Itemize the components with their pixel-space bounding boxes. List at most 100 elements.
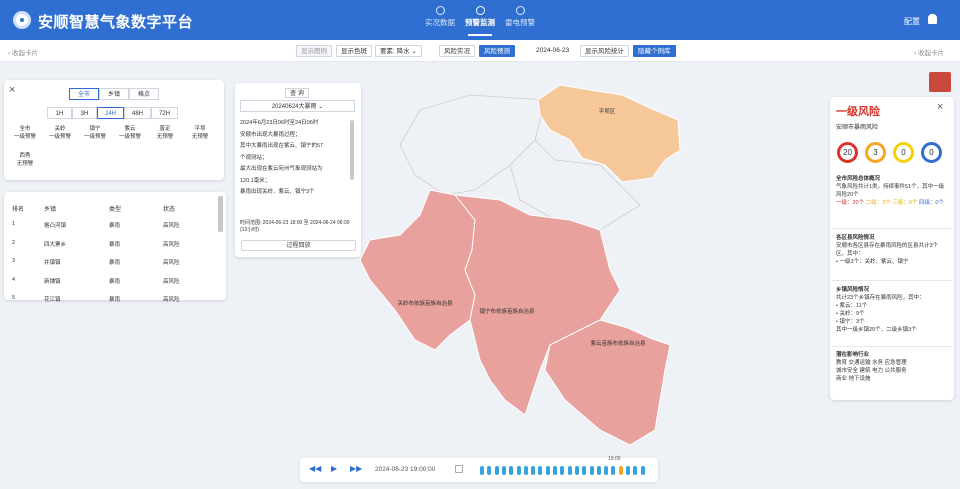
fast-forward-icon[interactable]: ▶▶	[350, 464, 362, 473]
label-ziyun: 紫云苗族布依族自治县	[590, 339, 646, 347]
count-level4: 0	[921, 142, 942, 163]
rewind-icon[interactable]: ◀◀	[309, 464, 321, 473]
config-button[interactable]: 配置	[904, 16, 920, 27]
section-towns: 乡镇风险情况 共计23个乡镇存在暴雨风险，其中： • 紫云：11个 • 关岭：9…	[836, 287, 925, 333]
warning-title: 一级风险	[836, 106, 880, 118]
timeline-step[interactable]	[574, 466, 579, 475]
timeline-step[interactable]	[545, 466, 550, 475]
hour-72h[interactable]: 72H	[151, 107, 178, 119]
hour-48h[interactable]: 48H	[124, 107, 151, 119]
close-icon[interactable]: ×	[9, 84, 15, 96]
tab-lightning[interactable]: 雷电预警	[490, 6, 550, 36]
timeline-step[interactable]	[494, 466, 499, 475]
type-cell: 暴雨	[109, 223, 121, 229]
label-zhenning: 镇宁布依族苗族自治县	[479, 307, 535, 315]
timeline-time: 2024-06-23 19:00:00	[375, 466, 436, 473]
timeline-step[interactable]	[604, 466, 609, 475]
tab-grid[interactable]: 格点	[129, 88, 159, 100]
timeline-step[interactable]	[560, 466, 565, 475]
timeline-step[interactable]	[531, 466, 536, 475]
town-cell: 新铺镇	[44, 278, 61, 285]
collapse-right-button[interactable]: › 收起卡片	[914, 47, 944, 57]
timeline-step[interactable]	[582, 466, 587, 475]
timeline-step[interactable]	[589, 466, 594, 475]
town-cell: 格凸河镇	[44, 223, 67, 229]
divider	[832, 280, 952, 281]
rank-cell: 2	[12, 239, 16, 246]
town-cell: 并镇镇	[44, 260, 61, 266]
timeline-step[interactable]	[516, 466, 521, 475]
lightning-icon	[515, 6, 525, 15]
col-rank: 排名	[12, 207, 25, 213]
show-legend-button[interactable]: 显示图例	[296, 45, 332, 57]
type-cell: 暴雨	[109, 260, 121, 266]
hour-1h[interactable]: 1H	[47, 107, 72, 119]
col-status: 状态	[163, 207, 176, 213]
timeline-step[interactable]	[626, 466, 630, 475]
timeline-step[interactable]	[538, 466, 543, 475]
risk-forecast-button[interactable]: 风险预测	[479, 45, 515, 57]
timeline-step[interactable]	[509, 466, 514, 475]
element-select[interactable]: 要素: 降水 ⌄	[375, 45, 422, 57]
app-title: 安顺智慧气象数字平台	[38, 14, 194, 31]
timeline-step[interactable]	[501, 466, 506, 475]
type-cell: 暴雨	[109, 241, 121, 248]
query-button[interactable]: 查 询	[285, 88, 309, 98]
map[interactable]: 平坝区 关岭布依族苗族自治县 镇宁布依族苗族自治县 紫云苗族布依族自治县	[360, 70, 700, 445]
rank-cell: 3	[12, 258, 16, 264]
table-scrollbar[interactable]	[218, 196, 223, 232]
hide-case-library-button[interactable]: 隐藏个例库	[633, 45, 676, 57]
bell-icon[interactable]	[928, 14, 937, 24]
area-ziyun[interactable]: 紫云 一级预警	[113, 126, 147, 141]
timeline-step[interactable]	[480, 466, 484, 475]
timeline-step[interactable]	[633, 466, 638, 475]
legend-badge-icon[interactable]	[929, 72, 951, 92]
calendar-icon[interactable]	[455, 465, 463, 473]
timeline-marker: 19:00	[608, 456, 621, 462]
timeline-step[interactable]	[596, 466, 601, 475]
status-cell: 高风险	[163, 278, 180, 285]
divider	[832, 346, 952, 347]
timeline-step[interactable]	[553, 466, 557, 475]
timeline-step[interactable]	[611, 466, 616, 475]
timeline-step[interactable]	[523, 466, 528, 475]
timeline-step[interactable]	[487, 466, 492, 475]
type-cell: 暴雨	[109, 297, 121, 303]
count-level2: 3	[865, 142, 886, 163]
risk-live-button[interactable]: 风险实况	[439, 45, 475, 57]
label-pingba: 平坝区	[599, 107, 616, 115]
hour-3h[interactable]: 3H	[72, 107, 97, 119]
show-stats-button[interactable]: 显示风险统计	[580, 45, 629, 57]
area-citywide[interactable]: 全市 一级预警	[8, 126, 42, 141]
area-xixiu[interactable]: 西秀 无预警	[8, 153, 42, 168]
section-overview: 全市风险总体概况 气象风险共计1类，持续事件51个，其中一级风险20个 一级：2…	[836, 176, 945, 206]
hour-24h[interactable]: 24H	[97, 107, 124, 119]
status-cell: 高风险	[163, 223, 180, 229]
tab-city[interactable]: 全市	[69, 88, 99, 100]
count-level1: 20	[837, 142, 858, 163]
timeline-step[interactable]	[567, 466, 572, 475]
warning-close-icon[interactable]: ×	[937, 101, 943, 113]
play-icon[interactable]: ▶	[331, 464, 337, 473]
area-guanling[interactable]: 关岭 一级预警	[43, 126, 77, 141]
replay-button[interactable]: 过程回放	[241, 240, 356, 251]
town-cell: 花江镇	[44, 297, 61, 303]
case-description: 2024年6月23日06时至24日06时 安顺市出现大暴雨过程； 其中大暴雨出现在紫…	[240, 120, 324, 195]
case-select[interactable]: 20240624大暴雨 ⌄	[240, 100, 355, 112]
town-cell: 四大寨乡	[44, 241, 67, 248]
section-counties: 各区县风险情况 安顺市各区县存在暴雨风险的区县共计3个区，其中： • 一级3个：…	[836, 235, 939, 265]
timeline-step[interactable]	[640, 466, 645, 475]
show-color-button[interactable]: 显示色斑	[336, 45, 372, 57]
area-pingba[interactable]: 平坝 无预警	[183, 126, 217, 141]
timeline-step[interactable]	[618, 466, 623, 475]
area-puding[interactable]: 普定 无预警	[148, 126, 182, 141]
collapse-left-button[interactable]: ‹ 收起卡片	[8, 47, 38, 57]
rank-cell: 4	[12, 276, 16, 283]
area-zhenning[interactable]: 镇宁 一级预警	[78, 126, 112, 141]
monitor-icon	[435, 6, 445, 15]
warning-subtitle: 安顺市暴雨风险	[836, 125, 879, 131]
tab-town[interactable]: 乡镇	[99, 88, 129, 100]
case-scrollbar[interactable]	[350, 120, 354, 180]
date-field[interactable]: 2024-06-23	[532, 45, 573, 57]
region-ziyun	[544, 319, 671, 445]
